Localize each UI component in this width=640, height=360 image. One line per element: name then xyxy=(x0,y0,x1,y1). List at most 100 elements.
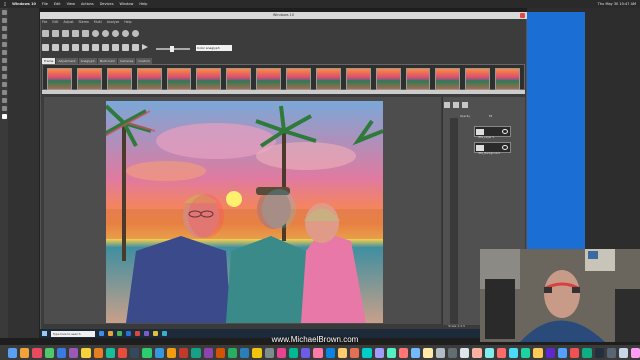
dock-app-icon[interactable] xyxy=(81,347,91,358)
parallax-slider-knob[interactable] xyxy=(170,46,174,52)
thumbnail[interactable] xyxy=(47,68,72,90)
dock-app-icon[interactable] xyxy=(582,347,592,358)
thumbnail[interactable] xyxy=(465,68,491,90)
app-menu-edit[interactable]: Edit xyxy=(52,20,58,26)
dock-app-icon[interactable] xyxy=(325,347,335,358)
thumbnail[interactable] xyxy=(315,68,341,90)
dock-app-icon[interactable] xyxy=(399,347,409,358)
thumbnail[interactable] xyxy=(226,68,252,90)
layer-options-icon[interactable] xyxy=(462,102,468,108)
dock-app-icon[interactable] xyxy=(484,347,494,358)
hand-tool-icon[interactable] xyxy=(1,98,7,103)
dock-app-icon[interactable] xyxy=(374,347,384,358)
zoom-out-icon[interactable] xyxy=(102,43,109,51)
dock-app-icon[interactable] xyxy=(460,347,470,358)
dock-app-icon[interactable] xyxy=(117,347,128,358)
pen-tool-icon[interactable] xyxy=(1,90,7,95)
delete-layer-icon[interactable] xyxy=(453,102,459,108)
rotate-icon[interactable] xyxy=(82,43,89,51)
dock-app-icon[interactable] xyxy=(496,347,506,358)
menu-devices[interactable]: Devices xyxy=(100,2,114,6)
app-icon[interactable] xyxy=(153,331,158,336)
thumbnail[interactable] xyxy=(435,68,461,90)
dock-app-icon[interactable] xyxy=(56,347,67,358)
preview-icon[interactable] xyxy=(132,29,139,37)
menu-window[interactable]: Window xyxy=(120,2,134,6)
thumbnail[interactable] xyxy=(405,68,431,90)
dock-app-icon[interactable] xyxy=(69,347,79,358)
dock-app-icon[interactable] xyxy=(227,347,238,358)
app-menu-multi[interactable]: Multi xyxy=(94,20,102,26)
task-view-icon[interactable] xyxy=(99,331,104,336)
dock-app-icon[interactable] xyxy=(557,347,568,358)
dock-app-icon[interactable] xyxy=(508,347,519,358)
dock-app-icon[interactable] xyxy=(423,347,433,358)
thumbnail[interactable] xyxy=(286,68,311,90)
dock-app-icon[interactable] xyxy=(362,347,372,358)
app-menu-adjust[interactable]: Adjust xyxy=(64,20,74,26)
fit-icon[interactable] xyxy=(112,43,119,51)
dock-app-icon[interactable] xyxy=(105,347,115,358)
save-icon[interactable] xyxy=(52,29,59,37)
anaglyph-photo[interactable] xyxy=(106,101,383,323)
color-swatch-icon[interactable] xyxy=(1,114,7,119)
dock-app-icon[interactable] xyxy=(166,347,177,358)
dock-app-icon[interactable] xyxy=(289,347,299,358)
close-icon[interactable] xyxy=(520,13,525,18)
dock-app-icon[interactable] xyxy=(533,347,543,358)
lasso-tool-icon[interactable] xyxy=(1,26,7,31)
app-menu-stereo[interactable]: Stereo xyxy=(79,20,89,26)
dock-app-icon[interactable] xyxy=(32,347,42,358)
thumbnail[interactable] xyxy=(106,68,132,90)
open-left-icon[interactable] xyxy=(62,29,69,37)
dock-app-icon[interactable] xyxy=(472,347,482,358)
clone-tool-icon[interactable] xyxy=(1,58,7,63)
dock-app-icon[interactable] xyxy=(337,347,348,358)
apple-icon[interactable]:  xyxy=(4,2,6,6)
thumbnail[interactable] xyxy=(76,68,102,90)
app-icon[interactable] xyxy=(144,331,149,336)
zoom-tool-icon[interactable] xyxy=(1,106,7,111)
dock-app-icon[interactable] xyxy=(154,347,164,358)
app-icon[interactable] xyxy=(162,331,167,336)
menu-app-name[interactable]: Windows 10 xyxy=(12,2,36,6)
move-left-icon[interactable] xyxy=(42,43,49,51)
dock-app-icon[interactable] xyxy=(411,347,421,358)
dock-app-icon[interactable] xyxy=(570,347,580,358)
layer-scrollbar[interactable] xyxy=(450,118,458,324)
menu-view[interactable]: View xyxy=(67,2,75,6)
gradient-tool-icon[interactable] xyxy=(1,74,7,79)
dock-app-icon[interactable] xyxy=(435,347,445,358)
dock-app-icon[interactable] xyxy=(240,347,250,358)
dock-app-icon[interactable] xyxy=(301,347,311,358)
eraser-tool-icon[interactable] xyxy=(1,66,7,71)
eye-icon[interactable] xyxy=(502,145,508,150)
dock-app-icon[interactable] xyxy=(631,347,640,358)
auto-align-icon[interactable] xyxy=(102,29,109,37)
menu-edit[interactable]: Edit xyxy=(54,2,61,6)
eye-icon[interactable] xyxy=(502,129,508,134)
dock-app-icon[interactable] xyxy=(313,347,323,358)
dock-app-icon[interactable] xyxy=(386,347,396,358)
thumbnail[interactable] xyxy=(375,68,401,90)
color-adjust-icon[interactable] xyxy=(122,29,129,37)
marquee-tool-icon[interactable] xyxy=(1,18,7,23)
thumbnail[interactable] xyxy=(256,68,281,90)
dock-app-icon[interactable] xyxy=(8,347,18,358)
anaglyph-mode-select[interactable]: Color anaglyph xyxy=(196,45,232,51)
app-menu-file[interactable]: File xyxy=(42,20,47,26)
open-right-icon[interactable] xyxy=(72,29,79,37)
dock-app-icon[interactable] xyxy=(215,347,225,358)
dock-app-icon[interactable] xyxy=(350,347,360,358)
dock-app-icon[interactable] xyxy=(276,347,287,358)
crop-icon[interactable] xyxy=(112,29,119,37)
store-icon[interactable] xyxy=(117,331,122,336)
menu-file[interactable]: File xyxy=(42,2,48,6)
dock-app-icon[interactable] xyxy=(142,347,152,358)
dock-app-icon[interactable] xyxy=(44,347,54,358)
dock-app-icon[interactable] xyxy=(179,347,189,358)
dock-app-icon[interactable] xyxy=(20,347,30,358)
undo-icon[interactable] xyxy=(82,29,89,37)
windows-start-icon[interactable] xyxy=(42,331,47,336)
move-down-icon[interactable] xyxy=(72,43,79,51)
